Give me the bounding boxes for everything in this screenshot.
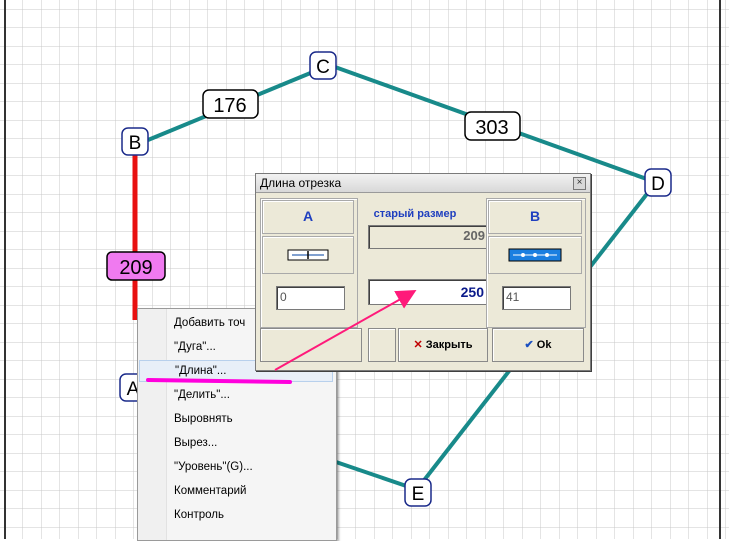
node-e[interactable]: E — [404, 478, 432, 507]
old-size-field: 209 — [368, 225, 492, 249]
a-offset-input[interactable]: 0 — [276, 286, 345, 310]
menu-item-cut[interactable]: Вырез... — [139, 432, 333, 454]
empty-button-small[interactable] — [368, 328, 396, 362]
dialog-close-icon[interactable]: × — [573, 177, 586, 190]
menu-item-align[interactable]: Выровнять — [139, 408, 333, 430]
edge-label-b-c[interactable]: 176 — [202, 89, 259, 119]
segment-length-dialog: Длина отрезка × A 0 старый размер 209 25… — [255, 173, 591, 371]
ok-button-label: Ok — [536, 339, 552, 351]
old-size-label: старый размер — [373, 208, 457, 220]
empty-button-left[interactable] — [260, 328, 362, 362]
edge-label-a-b[interactable]: 209 — [106, 251, 166, 281]
edge-label-b-c-text: 176 — [213, 95, 246, 117]
close-x-icon: ✕ — [413, 339, 423, 351]
menu-item-divide[interactable]: "Делить"... — [139, 384, 333, 406]
edge-label-a-b-text: 209 — [119, 257, 152, 279]
close-button[interactable]: ✕ Закрыть — [398, 328, 488, 362]
node-d-label: D — [651, 174, 665, 195]
node-e-label: E — [412, 484, 425, 505]
dialog-title: Длина отрезка — [260, 176, 342, 190]
segment-end-b-icon — [508, 248, 562, 262]
menu-item-control[interactable]: Контроль — [139, 504, 333, 526]
node-c[interactable]: C — [309, 51, 337, 80]
anchor-b-button[interactable] — [488, 236, 582, 274]
menu-item-comment[interactable]: Комментарий — [139, 480, 333, 502]
menu-item-level[interactable]: "Уровень"(G)... — [139, 456, 333, 478]
anchor-a-button[interactable] — [262, 236, 354, 274]
node-b[interactable]: B — [121, 127, 149, 156]
checkmark-icon: ✔ — [524, 339, 534, 351]
node-b-label: B — [129, 133, 142, 154]
edge-label-c-d-text: 303 — [475, 117, 508, 139]
segment-end-a-icon — [287, 249, 329, 261]
column-a-header: A — [302, 208, 314, 224]
node-c-label: C — [316, 57, 330, 78]
ok-button[interactable]: ✔ Ok — [492, 328, 584, 362]
column-b-header: B — [529, 208, 541, 224]
new-size-input[interactable]: 250 — [368, 279, 491, 305]
close-button-label: Закрыть — [425, 339, 473, 351]
edge-label-c-d[interactable]: 303 — [464, 111, 521, 141]
dialog-titlebar[interactable]: Длина отрезка × — [256, 174, 590, 193]
node-d[interactable]: D — [644, 168, 672, 197]
b-offset-input[interactable]: 41 — [502, 286, 571, 310]
